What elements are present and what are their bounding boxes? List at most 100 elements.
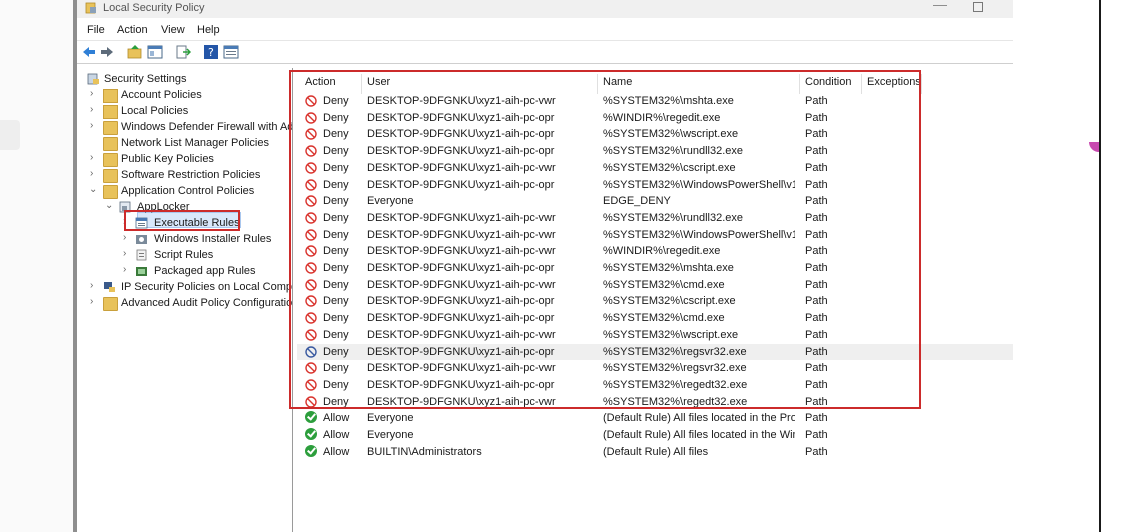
cell-condition: Path <box>805 145 828 158</box>
cell-user: Everyone <box>367 195 414 208</box>
allow-icon <box>305 444 317 457</box>
table-row[interactable]: Deny DESKTOP-9DFGNKU\xyz1-aih-pc-vwr %SYST… <box>297 277 1013 293</box>
column-header-condition[interactable]: Condition <box>805 76 851 92</box>
tree-item-label: Script Rules <box>154 249 214 261</box>
menu-action[interactable]: Action <box>117 24 148 36</box>
tree-item-label: IP Security Policies on Local Computer <box>121 281 293 293</box>
table-row[interactable]: Deny DESKTOP-9DFGNKU\xyz1-aih-pc-opr %SYST… <box>297 260 1013 276</box>
chevron-right-icon[interactable]: › <box>90 168 100 179</box>
column-header-user[interactable]: User <box>367 76 390 92</box>
table-row[interactable]: Allow Everyone (Default Rule) All files lo… <box>297 427 1013 443</box>
cell-action: Deny <box>323 262 349 274</box>
cell-condition: Path <box>805 95 828 107</box>
table-row[interactable]: Deny DESKTOP-9DFGNKU\xyz1-aih-pc-vwr %SYST… <box>297 394 1013 410</box>
menu-help[interactable]: Help <box>197 24 220 36</box>
cell-condition: Path <box>805 245 828 258</box>
column-header-action[interactable]: Action <box>305 76 336 92</box>
cell-condition: Path <box>805 161 828 174</box>
cell-action: Deny <box>323 362 349 375</box>
cell-action: Deny <box>323 278 349 291</box>
chevron-right-icon[interactable]: › <box>123 264 133 275</box>
cell-name: %SYSTEM32%\wscript.exe <box>603 328 739 341</box>
table-row[interactable]: Allow BUILTIN\Administrators (Default Rule… <box>297 444 1013 460</box>
back-icon[interactable] <box>81 44 97 60</box>
show-hide-tree-icon[interactable] <box>147 44 163 60</box>
table-row[interactable]: Deny DESKTOP-9DFGNKU\xyz1-aih-pc-vwr %SYST… <box>297 227 1013 243</box>
column-divider[interactable] <box>861 74 862 94</box>
chevron-right-icon[interactable]: › <box>90 120 100 131</box>
security-settings-icon <box>87 73 99 85</box>
deny-icon <box>305 228 317 241</box>
chevron-right-icon[interactable]: › <box>90 104 100 115</box>
chevron-right-icon[interactable]: › <box>123 232 133 243</box>
export-icon[interactable] <box>175 44 191 60</box>
tree-item-label: Public Key Policies <box>121 153 214 165</box>
cell-user: Everyone <box>367 412 414 425</box>
cell-name: %SYSTEM32%\mshta.exe <box>603 262 734 274</box>
table-row[interactable]: Deny DESKTOP-9DFGNKU\xyz1-aih-pc-opr %SYST… <box>297 126 1013 142</box>
table-row[interactable]: Deny DESKTOP-9DFGNKU\xyz1-aih-pc-vwr %SYST… <box>297 210 1013 226</box>
table-row[interactable]: Deny DESKTOP-9DFGNKU\xyz1-aih-pc-vwr %SYST… <box>297 327 1013 343</box>
cell-condition: Path <box>805 228 828 241</box>
table-row[interactable]: Deny DESKTOP-9DFGNKU\xyz1-aih-pc-vwr %SYST… <box>297 93 1013 109</box>
cell-name: EDGE_DENY <box>603 195 671 208</box>
column-divider[interactable] <box>921 74 922 94</box>
menu-view[interactable]: View <box>161 24 185 36</box>
chevron-right-icon[interactable]: › <box>123 248 133 259</box>
table-row[interactable]: Deny DESKTOP-9DFGNKU\xyz1-aih-pc-opr %SYST… <box>297 343 1013 360</box>
table-row[interactable]: Deny DESKTOP-9DFGNKU\xyz1-aih-pc-vwr %SYST… <box>297 160 1013 176</box>
table-row[interactable]: Deny DESKTOP-9DFGNKU\xyz1-aih-pc-vwr %SYST… <box>297 360 1013 376</box>
chevron-down-icon[interactable]: ⌄ <box>105 200 115 211</box>
table-row[interactable]: Deny DESKTOP-9DFGNKU\xyz1-aih-pc-opr %SYST… <box>297 177 1013 193</box>
table-row[interactable]: Deny DESKTOP-9DFGNKU\xyz1-aih-pc-vwr %WIND… <box>297 243 1013 259</box>
deny-icon <box>305 379 317 391</box>
column-header-exceptions[interactable]: Exceptions <box>867 76 921 92</box>
cell-action: Deny <box>323 245 349 258</box>
forward-icon[interactable] <box>99 44 115 60</box>
packaged-rules-icon <box>136 267 147 276</box>
table-row[interactable]: Deny DESKTOP-9DFGNKU\xyz1-aih-pc-opr %SYST… <box>297 377 1013 393</box>
deny-icon <box>305 162 317 174</box>
table-row[interactable]: Deny DESKTOP-9DFGNKU\xyz1-aih-pc-opr %SYST… <box>297 310 1013 326</box>
chevron-down-icon[interactable]: ⌄ <box>89 184 99 195</box>
folder-icon <box>103 121 118 135</box>
table-row[interactable]: Allow Everyone (Default Rule) All files lo… <box>297 410 1013 426</box>
column-divider[interactable] <box>361 74 362 94</box>
maximize-button[interactable] <box>973 2 983 12</box>
cell-name: (Default Rule) All files located in the … <box>603 429 795 441</box>
cell-action: Deny <box>323 161 349 174</box>
table-row[interactable]: Deny Everyone EDGE_DENY Path <box>297 193 1013 209</box>
help-icon[interactable]: ? <box>203 44 219 60</box>
cell-action: Deny <box>323 328 349 341</box>
chevron-right-icon[interactable]: › <box>90 152 100 163</box>
deny-icon <box>305 95 317 107</box>
cell-action: Allow <box>323 429 350 441</box>
cell-name: %SYSTEM32%\rundll32.exe <box>603 145 744 158</box>
minimize-button[interactable]: — <box>933 0 947 12</box>
up-folder-icon[interactable] <box>127 44 143 60</box>
table-row[interactable]: Deny DESKTOP-9DFGNKU\xyz1-aih-pc-opr %WIND… <box>297 110 1013 126</box>
ip-security-icon <box>104 282 115 292</box>
column-header-name[interactable]: Name <box>603 76 632 92</box>
column-divider[interactable] <box>799 74 800 94</box>
cell-action: Deny <box>323 111 349 124</box>
cell-user: DESKTOP-9DFGNKU\xyz1-aih-pc-opr <box>367 178 555 191</box>
table-row[interactable]: Deny DESKTOP-9DFGNKU\xyz1-aih-pc-opr %SYST… <box>297 143 1013 159</box>
deny-icon <box>305 395 317 408</box>
chevron-right-icon[interactable]: › <box>90 280 100 291</box>
tree-item-label: Application Control Policies <box>121 185 255 197</box>
tree-item-label: Advanced Audit Policy Configuration <box>121 297 293 309</box>
cell-action: Deny <box>323 195 349 208</box>
properties-icon[interactable] <box>223 44 239 60</box>
cell-condition: Path <box>805 362 828 375</box>
cell-condition: Path <box>805 262 828 274</box>
chevron-right-icon[interactable]: › <box>90 296 100 307</box>
cell-name: %SYSTEM32%\cscript.exe <box>603 161 736 174</box>
cell-user: DESKTOP-9DFGNKU\xyz1-aih-pc-vwr <box>367 245 556 258</box>
chevron-right-icon[interactable]: › <box>90 88 100 99</box>
table-row[interactable]: Deny DESKTOP-9DFGNKU\xyz1-aih-pc-opr %SYST… <box>297 293 1013 309</box>
title-bar: Local Security Policy — <box>77 0 1013 18</box>
toolbar: ? <box>77 41 1013 64</box>
column-divider[interactable] <box>597 74 598 94</box>
menu-file[interactable]: File <box>87 24 105 36</box>
